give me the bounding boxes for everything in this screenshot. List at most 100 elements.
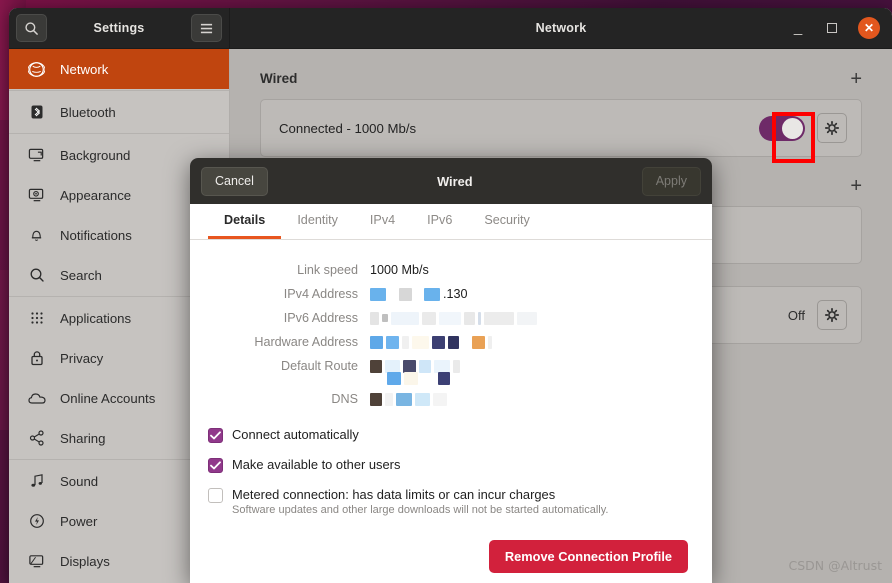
detail-row-ipv6-address: IPv6 Address — [190, 306, 712, 330]
grid-apps-icon — [27, 309, 46, 328]
wired-settings-button[interactable] — [817, 113, 847, 143]
lock-icon — [27, 349, 46, 368]
detail-label: IPv4 Address — [283, 287, 358, 301]
checkbox-row-connect-automatically: Connect automatically — [208, 427, 712, 443]
tab-ipv4[interactable]: IPv4 — [354, 204, 411, 239]
sidebar-divider — [9, 90, 229, 91]
sidebar-item-label: Displays — [60, 553, 110, 569]
redaction-block — [422, 311, 436, 325]
sidebar-item-label: Notifications — [60, 227, 132, 243]
check-icon — [210, 431, 221, 440]
redaction-block — [464, 311, 475, 325]
tab-identity[interactable]: Identity — [281, 204, 354, 239]
detail-value: 1000 Mb/s — [370, 263, 429, 277]
search-icon — [25, 21, 38, 35]
redaction-block — [370, 311, 379, 325]
minimize-button[interactable]: _ — [790, 20, 806, 36]
redaction-block — [370, 287, 386, 301]
apply-button[interactable]: Apply — [641, 166, 701, 196]
detail-label: Link speed — [297, 263, 358, 277]
minimize-icon: _ — [793, 19, 803, 36]
wired-settings-dialog: Cancel Wired Apply Details Identity IPv4… — [190, 158, 712, 583]
hamburger-menu-icon — [200, 23, 213, 33]
checkbox-row-metered-connection: Metered connection: has data limits or c… — [208, 487, 712, 516]
wired-connection-card: Connected - 1000 Mb/s — [260, 99, 862, 157]
wired-card-controls — [759, 113, 847, 143]
redaction-block — [484, 311, 514, 325]
remove-connection-profile-button[interactable]: Remove Connection Profile — [488, 540, 688, 573]
redaction-block — [432, 335, 445, 349]
detail-row-ipv4-address: IPv4 Address .130 — [190, 282, 712, 306]
checkbox-row-make-available: Make available to other users — [208, 457, 712, 473]
sidebar-item-label: Background — [60, 147, 131, 163]
detail-row-dns: DNS — [190, 387, 712, 411]
detail-value-visible: .130 — [443, 287, 468, 301]
check-icon — [210, 461, 221, 470]
redaction-block — [385, 392, 393, 406]
toggle-knob — [782, 117, 803, 139]
search-icon — [27, 266, 46, 285]
metered-connection-checkbox[interactable] — [208, 488, 223, 503]
checkbox-sublabel: Software updates and other large downloa… — [232, 504, 609, 516]
sidebar-item-label: Online Accounts — [60, 390, 156, 406]
wired-section-header: Wired + — [260, 69, 862, 89]
search-button[interactable] — [16, 14, 47, 42]
connect-automatically-checkbox[interactable] — [208, 428, 223, 443]
page-title: Network — [535, 21, 587, 35]
redaction-block — [438, 371, 450, 385]
share-nodes-icon — [27, 429, 46, 448]
add-wired-button[interactable]: + — [850, 69, 862, 89]
sidebar-item-label: Bluetooth — [60, 104, 116, 120]
make-available-checkbox[interactable] — [208, 458, 223, 473]
add-second-button[interactable]: + — [850, 176, 862, 196]
redaction-block — [453, 359, 460, 373]
appearance-icon — [27, 186, 46, 205]
detail-value-redacted — [370, 371, 450, 385]
redaction-block — [382, 314, 388, 322]
third-settings-button[interactable] — [817, 300, 847, 330]
sidebar-item-label: Search — [60, 267, 102, 283]
close-button[interactable]: ✕ — [858, 17, 880, 39]
redaction-block — [488, 335, 492, 349]
sidebar-item-label: Network — [60, 61, 109, 77]
redaction-block — [391, 311, 419, 325]
redaction-block — [412, 335, 429, 349]
redaction-block — [517, 311, 537, 325]
sidebar-item-label: Appearance — [60, 187, 132, 203]
sidebar-item-label: Sound — [60, 473, 99, 489]
redaction-block — [478, 311, 481, 325]
tab-security[interactable]: Security — [468, 204, 546, 239]
display-icon — [27, 552, 46, 571]
checkbox-label: Make available to other users — [232, 457, 401, 472]
cloud-icon — [27, 389, 46, 408]
third-status-label: Off — [787, 307, 805, 323]
dialog-tabs: Details Identity IPv4 IPv6 Security — [190, 204, 712, 240]
sidebar-item-network[interactable]: Network — [9, 49, 229, 89]
settings-title: Settings — [93, 21, 145, 35]
music-note-icon — [27, 472, 46, 491]
redaction-block — [402, 335, 409, 349]
window-titlebar: Settings Network _ ✕ — [9, 8, 892, 49]
detail-value-redacted — [370, 392, 447, 406]
redaction-block — [433, 392, 447, 406]
watermark: CSDN @Altrust — [788, 558, 882, 573]
details-list: Link speed 1000 Mb/s IPv4 Address .130 I… — [190, 240, 712, 411]
globe-icon — [27, 60, 46, 79]
maximize-button[interactable] — [824, 20, 840, 36]
wired-toggle[interactable] — [759, 115, 805, 141]
dialog-title: Wired — [437, 173, 473, 189]
redaction-block — [439, 311, 461, 325]
sidebar-item-label: Privacy — [60, 350, 104, 366]
cancel-button[interactable]: Cancel — [201, 166, 268, 196]
tab-details[interactable]: Details — [208, 204, 282, 239]
redaction-block — [387, 371, 401, 385]
redaction-block — [399, 287, 412, 301]
sidebar-item-bluetooth[interactable]: Bluetooth — [9, 92, 229, 132]
detail-label: Default Route — [280, 359, 358, 373]
detail-label: IPv6 Address — [283, 311, 358, 325]
menu-button[interactable] — [190, 14, 222, 42]
tab-ipv6[interactable]: IPv6 — [411, 204, 468, 239]
redaction-block — [386, 335, 399, 349]
detail-row-hardware-address: Hardware Address — [190, 330, 712, 354]
sidebar-item-label: Power — [60, 513, 98, 529]
